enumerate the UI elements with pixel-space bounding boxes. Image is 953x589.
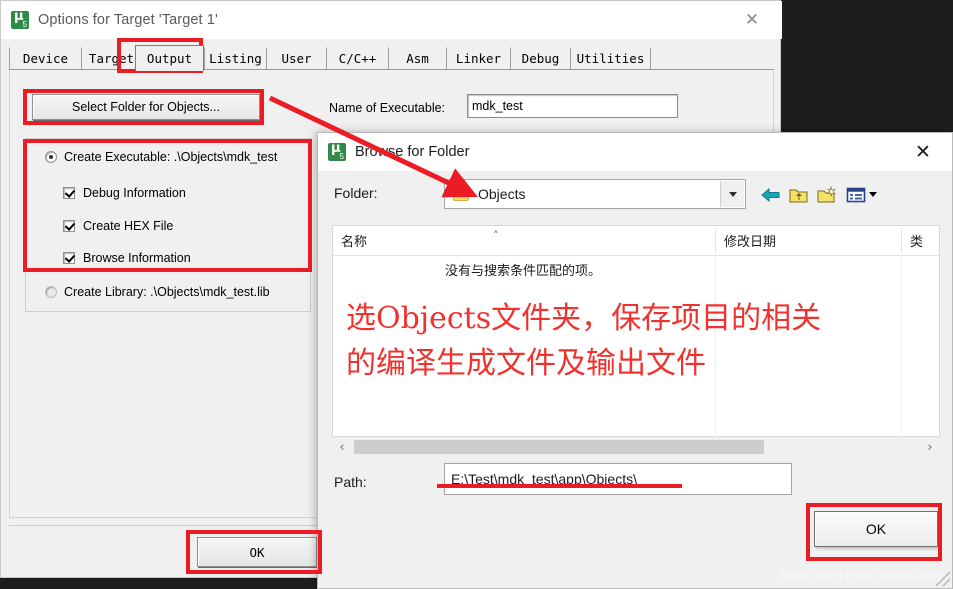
back-arrow-icon[interactable] [760,185,782,205]
keil-uvision5-icon [328,141,346,161]
view-mode-icon[interactable] [846,185,880,205]
debug-information-label: Debug Information [83,186,186,200]
file-list-horizontal-scrollbar[interactable]: ‹ › [332,438,940,456]
path-input[interactable]: E:\Test\mdk_test\app\Objects\ [444,463,792,495]
tab-strip-end [650,47,652,69]
tab-linker[interactable]: Linker [446,47,510,69]
options-dialog-title: Options for Target 'Target 1' [38,12,218,28]
checkbox-indicator-checked [63,252,75,264]
browse-dialog-title: Browse for Folder [355,144,470,160]
scroll-right-icon[interactable]: › [920,438,940,456]
radio-indicator-unselected [45,286,57,298]
create-hex-file-checkbox[interactable]: Create HEX File [63,219,173,233]
scroll-left-icon[interactable]: ‹ [332,438,352,456]
checkbox-indicator-checked [63,187,75,199]
tab-device[interactable]: Device [9,47,81,69]
browse-title-bar: Browse for Folder [318,133,952,171]
close-icon[interactable]: ✕ [732,7,772,33]
create-executable-label: Create Executable: .\Objects\mdk_test [64,150,278,164]
create-library-radio[interactable]: Create Library: .\Objects\mdk_test.lib [45,285,270,299]
name-of-executable-input[interactable]: mdk_test [467,94,678,118]
browse-folder-bar: Folder: Objects [318,171,952,219]
up-one-level-icon[interactable] [788,185,810,205]
annotation-underline-path [437,484,682,488]
watermark-text: https://blog.csdn.net/willOkay [781,569,943,583]
file-list-header: 名称 ˄ 修改日期 类 [333,226,939,256]
tab-c-cpp[interactable]: C/C++ [326,47,388,69]
chevron-down-icon[interactable] [720,181,744,207]
browse-ok-button[interactable]: OK [814,511,938,547]
tab-asm[interactable]: Asm [388,47,446,69]
path-label: Path: [334,474,367,490]
folder-icon [453,184,469,201]
name-of-executable-label: Name of Executable: [329,101,446,115]
create-hex-file-label: Create HEX File [83,219,174,233]
screenshot-root: Options for Target 'Target 1' ✕ Device T… [0,0,953,589]
options-title-bar: Options for Target 'Target 1' [1,1,782,39]
folder-label: Folder: [334,185,378,201]
browse-information-label: Browse Information [83,251,191,265]
radio-indicator-selected [45,151,57,163]
browse-information-checkbox[interactable]: Browse Information [63,251,191,265]
tab-debug[interactable]: Debug [510,47,570,69]
column-header-type[interactable]: 类 [902,226,941,255]
tab-utilities[interactable]: Utilities [570,47,650,69]
scrollbar-thumb[interactable] [354,440,764,454]
tab-target[interactable]: Target [81,47,141,69]
debug-information-checkbox[interactable]: Debug Information [63,186,186,200]
tab-user[interactable]: User [266,47,326,69]
column-header-modified-date[interactable]: 修改日期 [716,226,901,255]
folder-combobox[interactable]: Objects [444,179,746,209]
options-ok-button[interactable]: OK [197,537,317,567]
create-executable-radio[interactable]: Create Executable: .\Objects\mdk_test [45,150,277,164]
chinese-annotation-note: 选Objects文件夹，保存项目的相关 的编译生成文件及输出文件 [346,301,822,381]
checkbox-indicator-checked [63,220,75,232]
sort-ascending-icon: ˄ [493,229,499,242]
folder-combobox-value: Objects [478,186,526,202]
column-header-name[interactable]: 名称 [333,226,715,255]
create-library-label: Create Library: .\Objects\mdk_test.lib [64,285,270,299]
empty-results-message: 没有与搜索条件匹配的项。 [444,264,601,279]
tab-output[interactable]: Output [135,45,204,71]
tab-listing[interactable]: Listing [204,47,266,69]
close-icon[interactable]: ✕ [902,139,944,165]
select-folder-for-objects-button[interactable]: Select Folder for Objects... [32,94,260,120]
keil-uvision5-icon [11,9,29,29]
options-tab-strip: Device Target Output Listing User C/C++ … [9,45,774,71]
new-folder-icon[interactable] [816,185,838,205]
